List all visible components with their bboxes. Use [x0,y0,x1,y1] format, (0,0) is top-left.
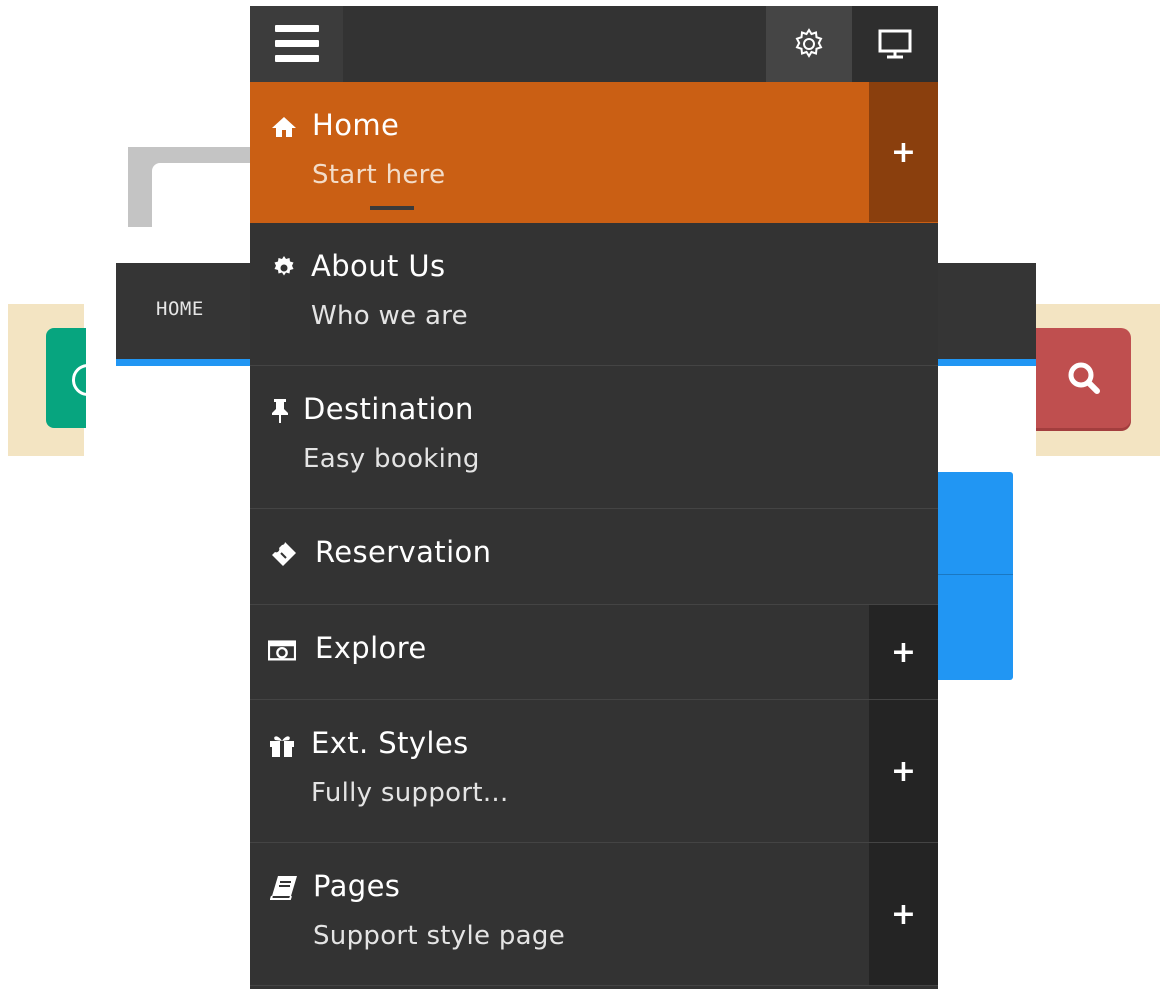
expand-button[interactable]: + [869,843,938,985]
menu-topbar [250,6,938,82]
menu-item-title: Reservation [315,535,492,569]
pin-icon [266,398,294,424]
ticket-icon [270,541,298,567]
menu-item-title: Pages [313,869,401,903]
hamburger-icon [274,25,319,63]
gear-icon [270,255,298,281]
menu-item-reservation[interactable]: Reservation [250,509,938,605]
expand-button[interactable]: + [869,82,938,222]
monitor-icon [878,29,912,59]
blue-panel [938,472,1013,680]
hamburger-button[interactable] [250,6,343,82]
desktop-view-button[interactable] [852,6,938,82]
menu-item-title: Explore [315,631,427,665]
nav-home-link[interactable]: HOME [156,298,204,320]
menu-list: Home Start here + About Us Who we are De… [250,82,938,986]
menu-item-subtitle: Easy booking [303,444,480,474]
expand-button[interactable]: + [869,605,938,699]
menu-item-title: Destination [303,392,474,426]
menu-item-title: Home [312,108,400,142]
search-icon [1068,362,1100,394]
active-indicator [370,206,414,210]
green-action-button[interactable] [46,328,86,428]
menu-item-destination[interactable]: Destination Easy booking [250,366,938,509]
menu-item-subtitle: Who we are [311,301,468,331]
menu-item-explore[interactable]: Explore + [250,605,938,700]
menu-item-subtitle: Support style page [313,921,565,951]
book-icon [270,875,298,901]
menu-item-subtitle: Start here [312,160,446,190]
menu-item-title: Ext. Styles [311,726,469,760]
search-button[interactable] [1036,328,1131,428]
gift-icon [268,732,296,758]
settings-button[interactable] [766,6,852,82]
camera-icon [268,637,296,663]
expand-button[interactable]: + [869,700,938,842]
menu-item-subtitle: Fully support... [311,778,509,808]
mobile-menu-panel: Home Start here + About Us Who we are De… [250,6,938,989]
menu-item-ext-styles[interactable]: Ext. Styles Fully support... + [250,700,938,843]
settings-gear-icon [795,28,823,58]
menu-item-about-us[interactable]: About Us Who we are [250,223,938,366]
home-icon [270,114,298,140]
menu-item-pages[interactable]: Pages Support style page + [250,843,938,986]
blue-panel-divider [938,574,1013,575]
menu-item-home[interactable]: Home Start here + [250,82,938,223]
circle-icon [72,364,86,396]
menu-item-title: About Us [311,249,446,283]
